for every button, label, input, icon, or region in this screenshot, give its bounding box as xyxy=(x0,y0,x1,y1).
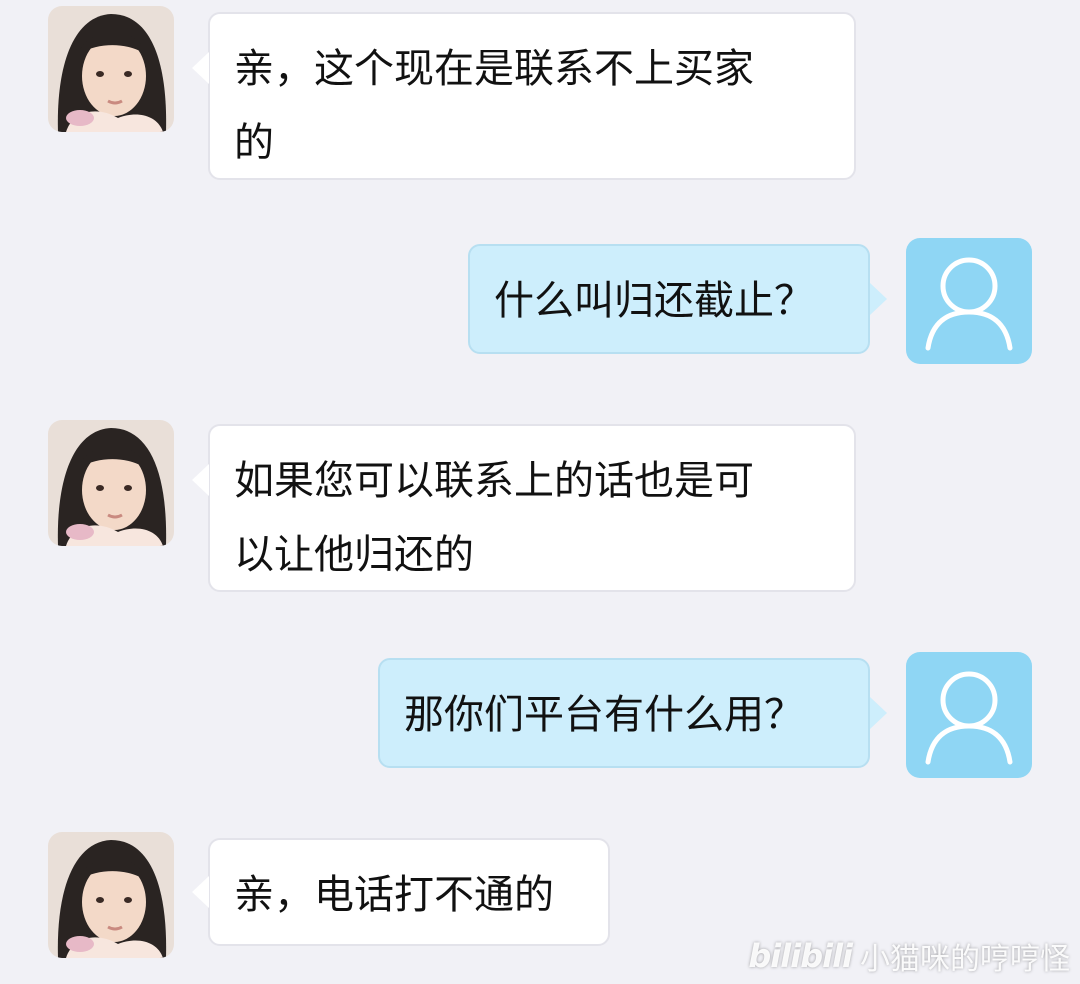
bubble-tail xyxy=(870,283,887,315)
agent-avatar[interactable] xyxy=(48,832,174,958)
agent-avatar[interactable] xyxy=(48,6,174,132)
user-message-bubble: 什么叫归还截止？ xyxy=(468,244,870,354)
message-line: 以让他归还的 xyxy=(234,532,474,578)
message-line: 亲，电话打不通的 xyxy=(234,872,554,918)
message-line: 的 xyxy=(234,120,274,166)
bubble-tail xyxy=(870,697,887,729)
message-line: 如果您可以联系上的话也是可 xyxy=(234,458,754,504)
user-silhouette-icon xyxy=(925,671,1013,765)
uploader-name: 小猫咪的哼哼怪 xyxy=(860,942,1070,977)
user-avatar[interactable] xyxy=(906,652,1032,778)
bilibili-logo: bilibili xyxy=(748,937,853,975)
agent-message-bubble: 亲，这个现在是联系不上买家 的 xyxy=(208,12,856,180)
agent-avatar[interactable] xyxy=(48,420,174,546)
bubble-tail xyxy=(192,52,209,84)
message-line: 什么叫归还截止？ xyxy=(494,278,814,324)
bubble-tail xyxy=(192,876,209,908)
bilibili-watermark: bilibili 小猫咪的哼哼怪 xyxy=(748,934,1070,978)
user-message-bubble: 那你们平台有什么用？ xyxy=(378,658,870,768)
agent-message-bubble: 如果您可以联系上的话也是可 以让他归还的 xyxy=(208,424,856,592)
message-line: 那你们平台有什么用？ xyxy=(404,692,804,738)
user-avatar[interactable] xyxy=(906,238,1032,364)
bubble-tail xyxy=(192,464,209,496)
message-line: 亲，这个现在是联系不上买家 xyxy=(234,46,754,92)
agent-message-bubble: 亲，电话打不通的 xyxy=(208,838,610,946)
user-silhouette-icon xyxy=(925,257,1013,351)
